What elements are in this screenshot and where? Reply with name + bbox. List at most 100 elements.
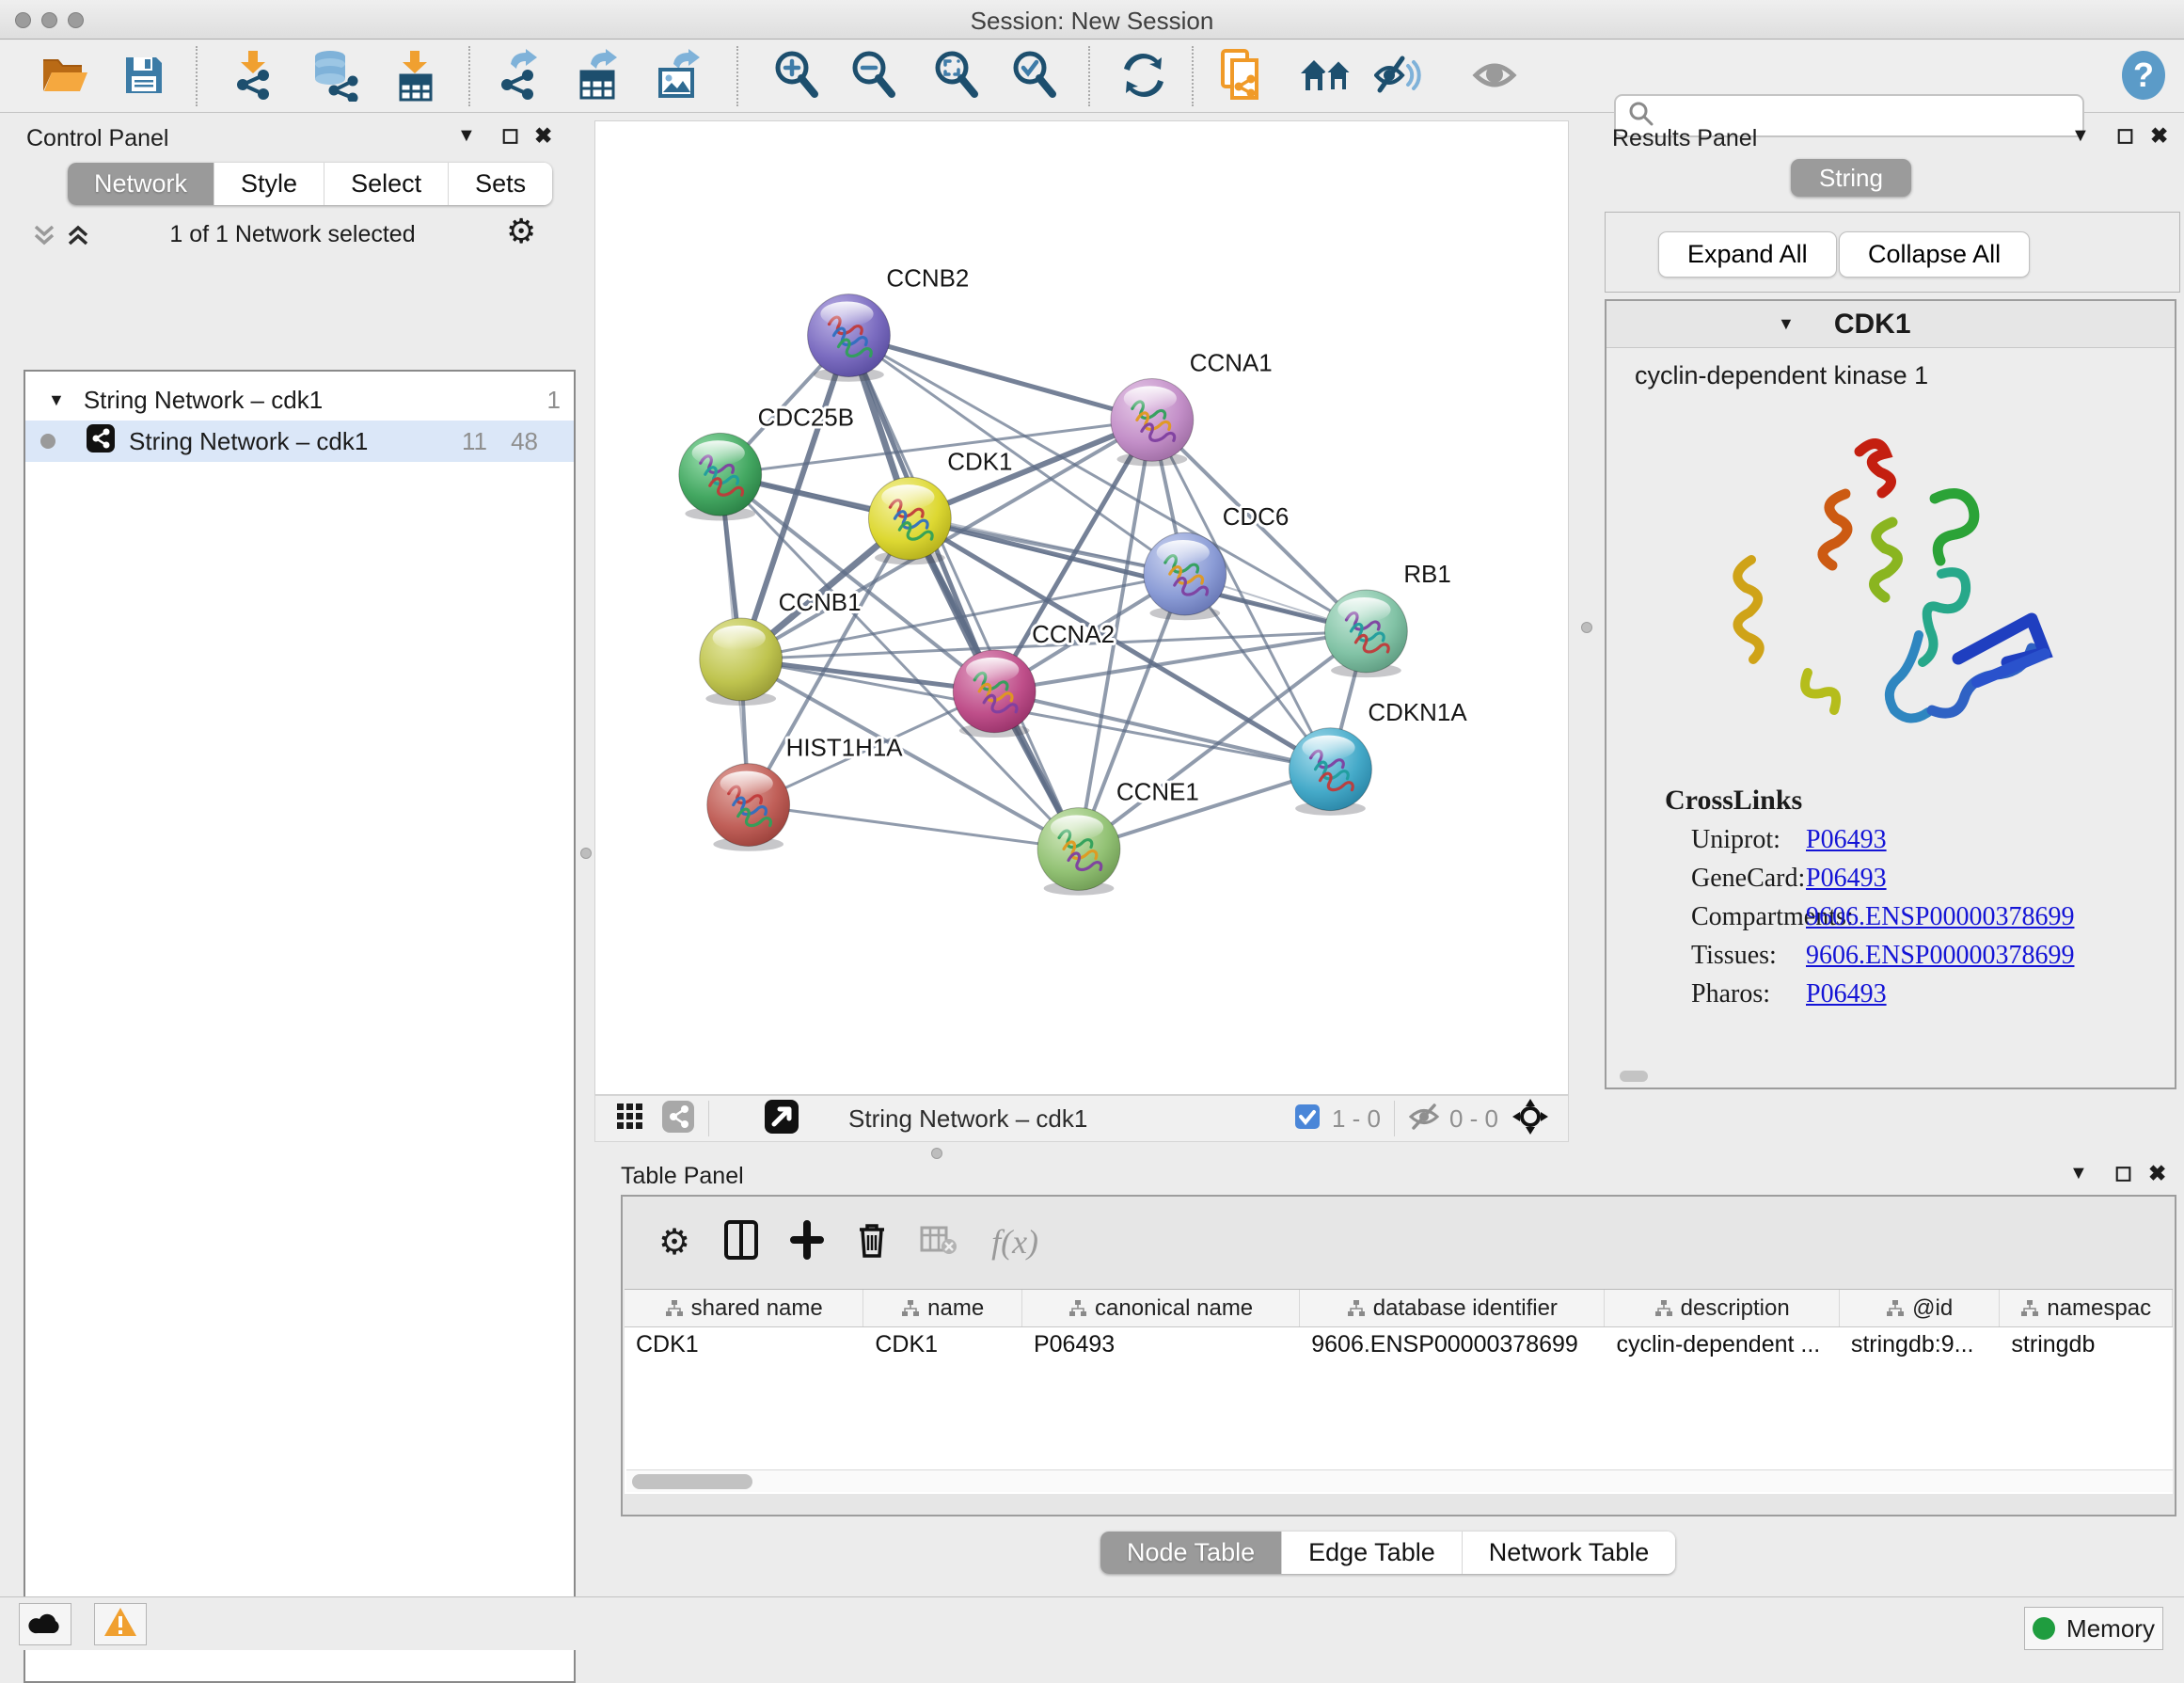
- node-label-CCNA2: CCNA2: [1032, 622, 1115, 648]
- network-node-CCNA2[interactable]: CCNA2: [953, 622, 1115, 738]
- network-options-gear-icon[interactable]: ⚙: [506, 212, 536, 251]
- warning-status-button[interactable]: [94, 1603, 147, 1645]
- table-cell[interactable]: CDK1: [863, 1327, 1022, 1363]
- copy-style-button[interactable]: [1212, 48, 1271, 106]
- column-header-canonical-name[interactable]: canonical name: [1022, 1290, 1300, 1326]
- results-hscrollbar-thumb[interactable]: [1620, 1071, 1648, 1082]
- entry-expander-icon[interactable]: ▼: [1778, 314, 1795, 334]
- tab-select[interactable]: Select: [324, 163, 449, 205]
- right-splitter-handle[interactable]: [1581, 622, 1592, 633]
- network-share-icon[interactable]: [661, 1100, 695, 1138]
- table-cell[interactable]: CDK1: [625, 1327, 863, 1363]
- tab-edge-table[interactable]: Edge Table: [1282, 1532, 1463, 1574]
- table-cell[interactable]: P06493: [1022, 1327, 1300, 1363]
- column-header-name[interactable]: name: [863, 1290, 1022, 1326]
- entry-name: CDK1: [1834, 309, 1911, 341]
- crosslink-link[interactable]: P06493: [1806, 864, 1887, 894]
- crosslink-link[interactable]: P06493: [1806, 979, 1887, 1009]
- tab-network-table[interactable]: Network Table: [1463, 1532, 1676, 1574]
- table-cell[interactable]: 9606.ENSP00000378699: [1300, 1327, 1605, 1363]
- hide-selected-button[interactable]: [1369, 48, 1428, 106]
- export-table-button[interactable]: [570, 48, 628, 106]
- expand-all-button[interactable]: Expand All: [1658, 231, 1837, 278]
- table-panel-collapse-icon[interactable]: ▼: [2069, 1163, 2088, 1184]
- network-node-CCNA1[interactable]: CCNA1: [1111, 350, 1273, 466]
- delete-table-icon[interactable]: [920, 1224, 957, 1261]
- save-floppy-icon: [122, 54, 166, 102]
- current-network-title: String Network – cdk1: [848, 1104, 1087, 1134]
- network-node-CCNE1[interactable]: CCNE1: [1037, 780, 1199, 896]
- table-header-row: shared namenamecanonical namedatabase id…: [625, 1290, 2173, 1327]
- table-panel-close-icon[interactable]: ✖: [2148, 1161, 2166, 1186]
- show-all-button[interactable]: [1465, 48, 1524, 106]
- entry-header[interactable]: ▼ CDK1: [1606, 301, 2175, 348]
- tab-node-table[interactable]: Node Table: [1100, 1532, 1282, 1574]
- add-column-icon[interactable]: [790, 1220, 824, 1264]
- first-neighbors-button[interactable]: [1297, 48, 1355, 106]
- column-header-database-identifier[interactable]: database identifier: [1300, 1290, 1605, 1326]
- help-button[interactable]: ?: [2114, 48, 2173, 106]
- open-folder-icon: [40, 54, 89, 102]
- results-panel-title: Results Panel: [1612, 125, 1757, 152]
- results-panel-float-icon[interactable]: ◻: [2116, 122, 2134, 148]
- column-header-shared-name[interactable]: shared name: [625, 1290, 863, 1326]
- network-node-CDKN1A[interactable]: CDKN1A: [1290, 700, 1468, 816]
- birds-eye-view-icon[interactable]: [764, 1099, 799, 1139]
- crosslink-link[interactable]: 9606.ENSP00000378699: [1806, 941, 2074, 971]
- tab-network[interactable]: Network: [68, 163, 214, 205]
- table-hscrollbar[interactable]: [626, 1469, 2173, 1492]
- left-splitter-handle[interactable]: [580, 848, 592, 859]
- collapse-all-button[interactable]: Collapse All: [1839, 231, 2030, 278]
- zoom-selected-button[interactable]: [1005, 48, 1064, 106]
- import-network-file-button[interactable]: [224, 48, 282, 106]
- cloud-status-button[interactable]: [19, 1603, 71, 1645]
- grid-view-icon[interactable]: [616, 1103, 644, 1135]
- export-image-button[interactable]: [650, 48, 708, 106]
- function-builder-icon[interactable]: f(x): [991, 1222, 1038, 1262]
- export-network-button[interactable]: [488, 48, 546, 106]
- collection-expander-icon[interactable]: ▼: [48, 390, 65, 410]
- control-panel-close-icon[interactable]: ✖: [534, 123, 552, 149]
- zoom-in-button[interactable]: [768, 48, 826, 106]
- network-canvas[interactable]: CCNB2CCNA1CDC25BCDK1CDC6RB1CCNB1CCNA2CDK…: [594, 120, 1569, 1095]
- control-panel-collapse-icon[interactable]: ▼: [457, 125, 476, 147]
- tab-sets[interactable]: Sets: [449, 163, 552, 205]
- table-panel-float-icon[interactable]: ◻: [2114, 1160, 2132, 1185]
- column-header-@id[interactable]: @id: [1840, 1290, 2001, 1326]
- table-row[interactable]: CDK1CDK1P064939606.ENSP00000378699cyclin…: [625, 1327, 2173, 1363]
- network-row[interactable]: String Network – cdk1 11 48: [25, 421, 574, 462]
- tab-string[interactable]: String: [1791, 159, 1911, 197]
- table-cell[interactable]: stringdb:9...: [1840, 1327, 2001, 1363]
- open-session-button[interactable]: [36, 48, 94, 106]
- import-network-database-button[interactable]: [306, 48, 364, 106]
- network-collection-row[interactable]: ▼ String Network – cdk1 1: [25, 379, 574, 421]
- zoom-fit-button[interactable]: [927, 48, 986, 106]
- results-panel-close-icon[interactable]: ✖: [2150, 123, 2168, 149]
- table-settings-gear-icon[interactable]: ⚙: [658, 1221, 690, 1263]
- refresh-view-button[interactable]: [1115, 48, 1173, 106]
- delete-column-icon[interactable]: [856, 1220, 888, 1264]
- hidden-eye-icon[interactable]: [1408, 1103, 1440, 1135]
- column-header-namespac[interactable]: namespac: [2000, 1290, 2173, 1326]
- save-session-button[interactable]: [115, 48, 173, 106]
- network-node-CDC25B[interactable]: CDC25B: [679, 405, 854, 520]
- tab-style[interactable]: Style: [214, 163, 324, 205]
- network-node-HIST1H1A[interactable]: HIST1H1A: [707, 736, 904, 851]
- import-table-file-button[interactable]: [386, 48, 444, 106]
- memory-button[interactable]: Memory: [2024, 1607, 2163, 1650]
- crosslink-link[interactable]: 9606.ENSP00000378699: [1806, 902, 2074, 932]
- show-columns-icon[interactable]: [724, 1220, 758, 1264]
- network-node-CDC6[interactable]: CDC6: [1144, 504, 1289, 620]
- column-header-description[interactable]: description: [1605, 1290, 1839, 1326]
- zoom-out-button[interactable]: [845, 48, 903, 106]
- table-cell[interactable]: cyclin-dependent ...: [1605, 1327, 1839, 1363]
- selected-checkbox[interactable]: [1294, 1103, 1321, 1135]
- toolbar-separator: [736, 46, 738, 106]
- results-panel-collapse-icon[interactable]: ▼: [2071, 125, 2090, 147]
- fit-selected-crosshair-icon[interactable]: [1511, 1098, 1549, 1140]
- table-hscrollbar-thumb[interactable]: [632, 1474, 752, 1489]
- control-panel-float-icon[interactable]: ◻: [501, 122, 519, 148]
- crosslink-link[interactable]: P06493: [1806, 825, 1887, 855]
- table-cell[interactable]: stringdb: [2000, 1327, 2173, 1363]
- network-node-RB1[interactable]: RB1: [1325, 562, 1451, 677]
